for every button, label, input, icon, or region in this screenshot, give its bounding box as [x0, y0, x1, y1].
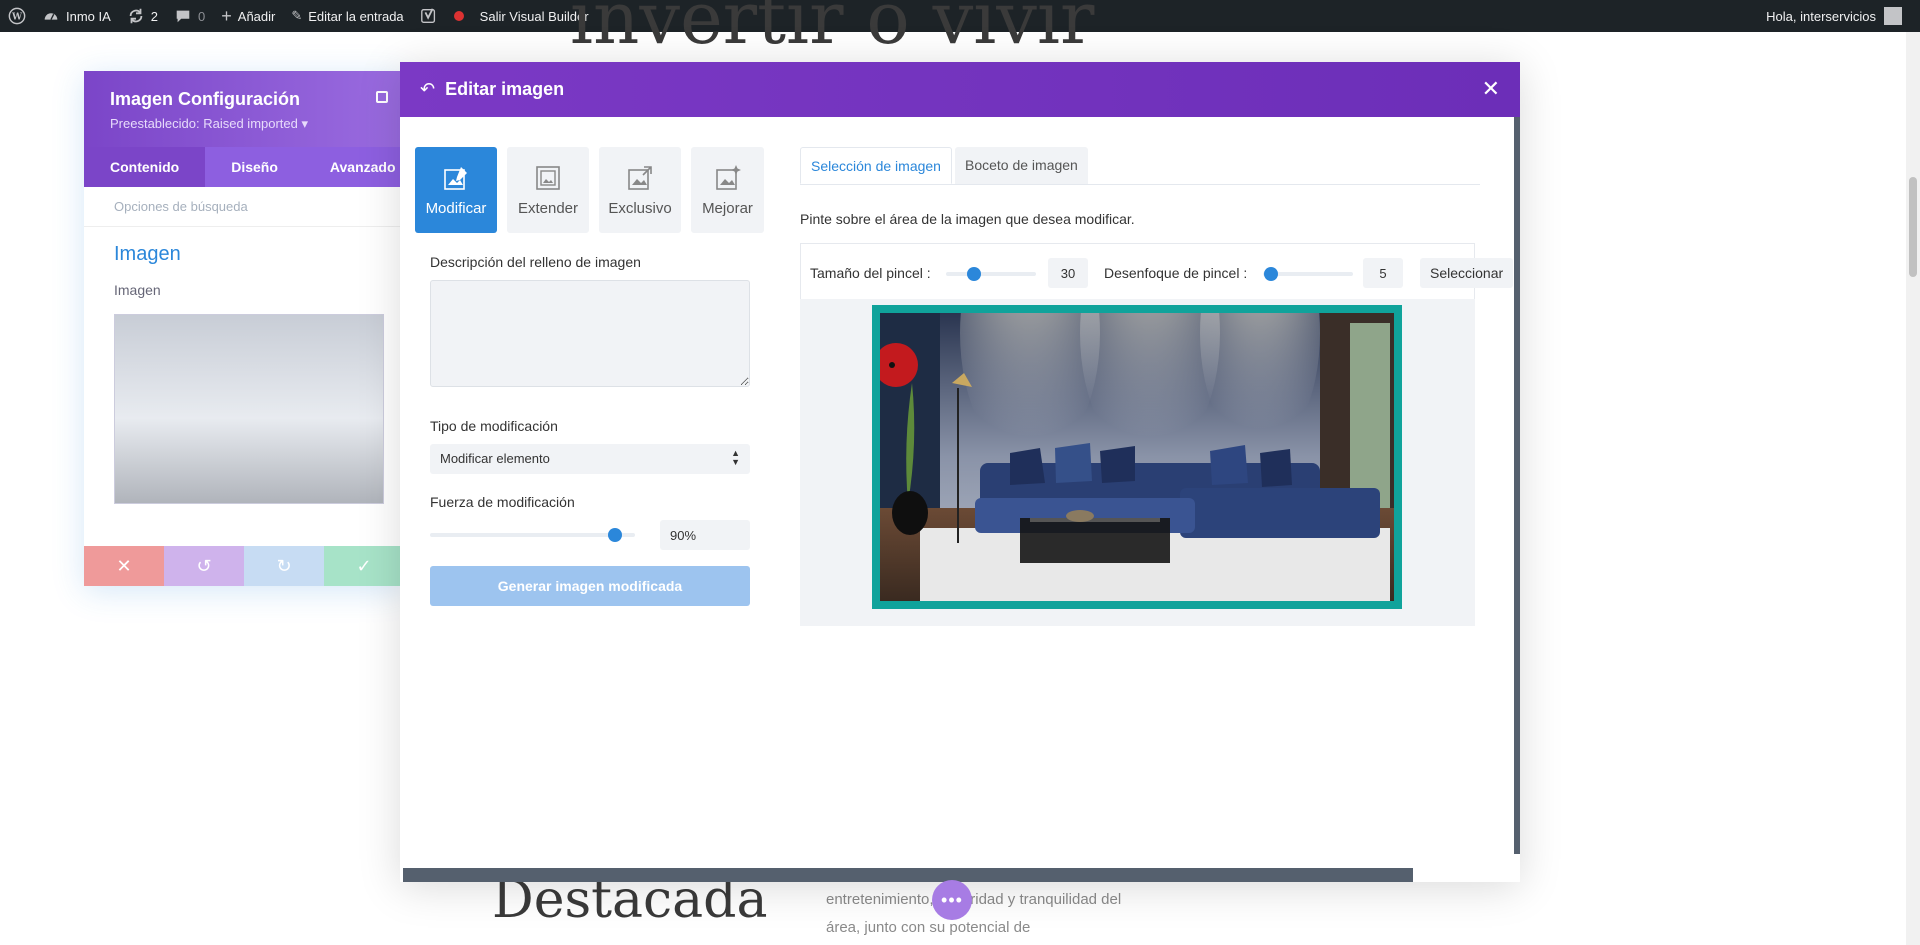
edit-post-label: Editar la entrada — [308, 8, 404, 24]
brush-blur-label: Desenfoque de pincel : — [1104, 265, 1248, 281]
modify-options-form: Descripción del relleno de imagen Tipo d… — [430, 254, 750, 606]
background-paragraph: entretenimiento, seguridad y tranquilida… — [826, 891, 1122, 936]
image-field-label: Imagen — [114, 282, 161, 298]
page-scrollbar[interactable] — [1906, 32, 1920, 945]
settings-search-input[interactable]: Opciones de búsqueda — [84, 187, 404, 227]
mode-selector: Modificar Extender Exclusivo Mejorar — [415, 147, 764, 233]
updates-icon — [129, 8, 143, 24]
redo-button[interactable]: ↻ — [244, 546, 324, 586]
more-dots-icon: ••• — [941, 889, 963, 910]
image-extend-icon — [536, 165, 560, 190]
pencil-icon: ✎ — [291, 8, 303, 23]
brush-size-slider[interactable] — [946, 272, 1036, 276]
modal-scrollbar[interactable] — [1514, 117, 1520, 854]
wordpress-logo-icon[interactable]: W — [0, 0, 34, 32]
brush-toolbar: Tamaño del pincel : 30 Desenfoque de pin… — [800, 243, 1514, 299]
paint-canvas-area — [800, 299, 1475, 626]
brush-blur-input[interactable]: 5 — [1363, 258, 1403, 288]
tab-contenido[interactable]: Contenido — [84, 147, 206, 187]
updates-count: 2 — [150, 8, 159, 24]
user-greeting[interactable]: Hola, interservicios — [1766, 9, 1876, 24]
background-heading-top: invertir o vivir — [570, 0, 1095, 60]
modification-strength-handle[interactable] — [607, 528, 622, 542]
modal-title: Editar imagen — [445, 79, 565, 99]
dashboard-icon — [44, 13, 58, 20]
image-exclusive-icon — [628, 165, 652, 190]
close-icon: ✕ — [116, 555, 132, 576]
image-settings-panel: Imagen Configuración Preestablecido: Rai… — [84, 71, 404, 586]
settings-actions: ✕ ↺ ↻ ✓ — [84, 546, 404, 586]
brush-size-label: Tamaño del pincel : — [810, 265, 931, 281]
mode-modificar[interactable]: Modificar — [415, 147, 497, 233]
edit-image-modal: ↶ Editar imagen ✕ Modificar Extender Exc… — [400, 62, 1520, 882]
tab-image-sketch[interactable]: Boceto de imagen — [954, 147, 1088, 184]
image-selection-area: Selección de imagen Boceto de imagen Pin… — [800, 147, 1514, 626]
expand-icon[interactable] — [376, 91, 388, 103]
comments-count: 0 — [198, 8, 206, 24]
modification-strength-slider[interactable]: 90% — [430, 520, 750, 550]
fill-description-label: Descripción del relleno de imagen — [430, 254, 641, 270]
mode-extender[interactable]: Extender — [507, 147, 589, 233]
modification-strength-input[interactable]: 90% — [660, 520, 750, 550]
check-icon: ✓ — [356, 555, 372, 576]
site-name: Inmo IA — [66, 8, 111, 24]
plus-icon: + — [221, 5, 232, 26]
select-arrows-icon: ▲ ▼ — [731, 448, 740, 467]
image-sub-tabs: Selección de imagen Boceto de imagen — [800, 147, 1480, 185]
settings-section-title[interactable]: Imagen — [84, 227, 404, 282]
save-button[interactable]: ✓ — [324, 546, 404, 586]
fill-description-textarea[interactable] — [430, 280, 750, 387]
modification-type-select[interactable]: Modificar elemento ▲ ▼ — [430, 444, 750, 474]
updates-link[interactable]: 2 — [119, 0, 166, 32]
living-room-image — [880, 313, 1394, 601]
tab-image-selection[interactable]: Selección de imagen — [800, 147, 952, 184]
comments-link[interactable]: 0 — [166, 0, 213, 32]
svg-text:W: W — [11, 13, 23, 23]
settings-tabs: Contenido Diseño Avanzado — [84, 147, 404, 187]
mode-modificar-label: Modificar — [425, 199, 487, 217]
settings-header: Imagen Configuración Preestablecido: Rai… — [84, 71, 404, 147]
settings-title: Imagen Configuración — [110, 89, 301, 109]
undo-icon: ↺ — [196, 555, 212, 576]
page-scrollbar-thumb[interactable] — [1909, 177, 1917, 277]
add-new-label: Añadir — [237, 8, 276, 24]
redo-icon: ↻ — [276, 555, 292, 576]
discard-button[interactable]: ✕ — [84, 546, 164, 586]
undo-button[interactable]: ↺ — [164, 546, 244, 586]
yoast-icon — [420, 8, 435, 23]
select-button[interactable]: Seleccionar — [1420, 258, 1514, 288]
comment-icon — [176, 10, 190, 23]
mode-mejorar[interactable]: Mejorar — [691, 147, 764, 233]
yoast-menu[interactable] — [412, 0, 472, 32]
mode-extender-label: Extender — [517, 199, 579, 217]
image-enhance-icon — [715, 164, 741, 190]
more-options-button[interactable]: ••• — [932, 880, 972, 920]
editable-image-canvas[interactable] — [872, 305, 1402, 609]
tab-diseno[interactable]: Diseño — [205, 147, 304, 187]
modal-header: ↶ Editar imagen ✕ — [400, 62, 1520, 117]
image-edit-icon — [444, 166, 467, 190]
close-icon[interactable]: ✕ — [1482, 76, 1500, 102]
mode-exclusivo-label: Exclusivo — [608, 199, 672, 217]
modification-type-value: Modificar elemento — [440, 451, 550, 466]
seo-status-dot-icon — [453, 11, 464, 21]
site-name-link[interactable]: Inmo IA — [34, 0, 119, 32]
image-preview-thumbnail[interactable] — [114, 314, 384, 504]
modification-strength-track[interactable] — [430, 533, 635, 537]
brush-size-input[interactable]: 30 — [1048, 258, 1088, 288]
generate-modified-image-button[interactable]: Generar imagen modificada — [430, 566, 750, 606]
modification-strength-label: Fuerza de modificación — [430, 494, 575, 510]
paint-instruction: Pinte sobre el área de la imagen que des… — [800, 211, 1135, 227]
avatar[interactable] — [1884, 7, 1902, 25]
brush-blur-handle[interactable] — [1264, 267, 1278, 281]
edit-post-link[interactable]: ✎ Editar la entrada — [283, 0, 411, 32]
mode-exclusivo[interactable]: Exclusivo — [599, 147, 681, 233]
back-arrow-icon[interactable]: ↶ — [420, 79, 435, 100]
brush-size-handle[interactable] — [967, 267, 981, 281]
add-new-link[interactable]: + Añadir — [213, 0, 283, 32]
modal-bottom-bar — [403, 868, 1413, 882]
mode-mejorar-label: Mejorar — [702, 199, 753, 217]
settings-preset-dropdown[interactable]: Preestablecido: Raised imported ▾ — [110, 116, 378, 132]
modification-type-label: Tipo de modificación — [430, 418, 558, 434]
